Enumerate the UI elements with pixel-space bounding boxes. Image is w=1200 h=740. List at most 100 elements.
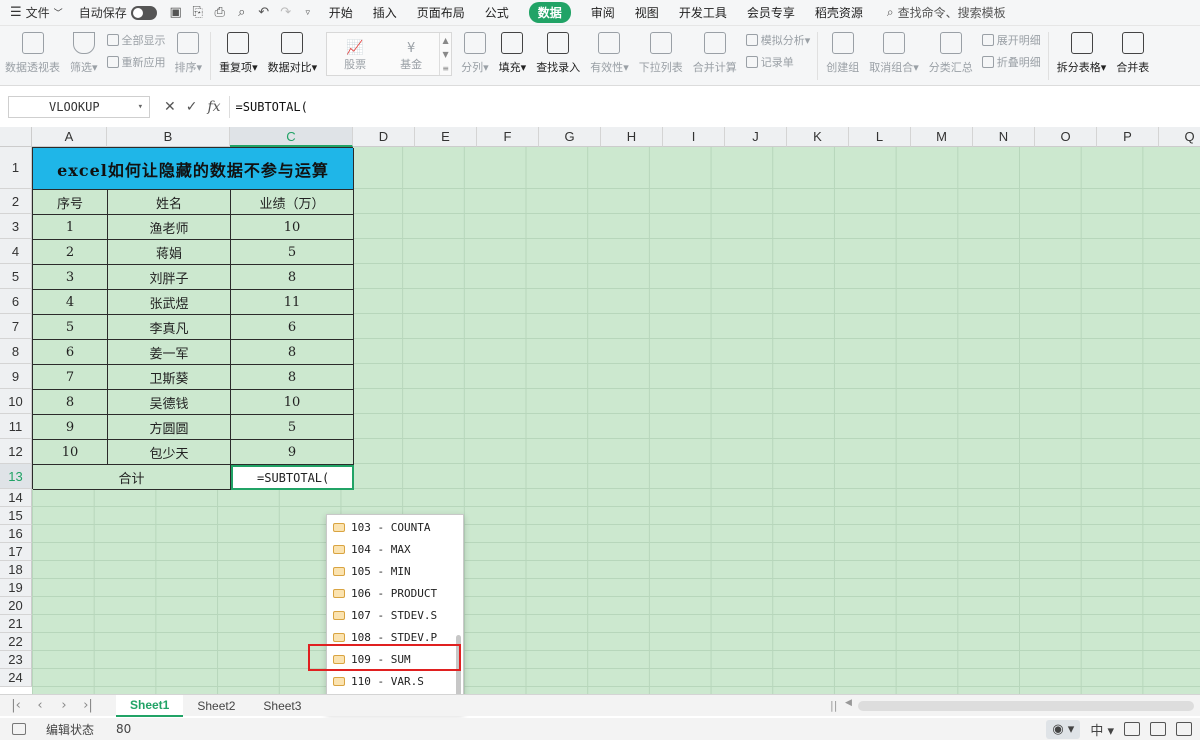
file-menu[interactable]: ☰ 文件 ﹀ [0, 0, 71, 26]
table-cell[interactable]: 10 [33, 440, 108, 465]
total-label-cell[interactable]: 合计 [33, 465, 231, 490]
function-autocomplete-list[interactable]: 103 - COUNTA 104 - MAX 105 - MIN 106 - PROD… [326, 514, 464, 714]
tab-page-layout[interactable]: 页面布局 [407, 0, 475, 26]
prev-sheet-icon[interactable]: ‹ [28, 698, 52, 713]
table-header-cell[interactable]: 业绩（万） [231, 190, 354, 215]
dropdown-list-button[interactable]: 下拉列表 [634, 26, 688, 85]
gallery-scroll[interactable]: ▲ ▼ ≡ [439, 33, 451, 75]
next-sheet-icon[interactable]: › [52, 698, 76, 713]
row-header-16[interactable]: 16 [0, 525, 32, 543]
table-cell[interactable]: 李真凡 [108, 315, 231, 340]
pivot-table-button[interactable]: 数据透视表 [0, 26, 65, 85]
row-header-6[interactable]: 6 [0, 289, 32, 314]
consolidate-button[interactable]: 合并计算 [688, 26, 742, 85]
collapse-detail-button[interactable]: 折叠明细 [981, 54, 1041, 70]
validity-button[interactable]: 有效性▾ [585, 26, 634, 85]
column-header-k[interactable]: K [787, 127, 849, 147]
fund-button[interactable]: ¥ 基金 [383, 33, 439, 75]
row-header-10[interactable]: 10 [0, 389, 32, 414]
command-search[interactable]: ⌕ 查找命令、搜索模板 [887, 4, 1006, 21]
page-layout-view-icon[interactable] [1150, 722, 1166, 736]
tab-member[interactable]: 会员专享 [737, 0, 805, 26]
tab-docer[interactable]: 稻壳资源 [805, 0, 873, 26]
row-header-9[interactable]: 9 [0, 364, 32, 389]
stock-button[interactable]: 📈 股票 [327, 33, 383, 75]
save-icon[interactable]: ▣ [165, 0, 187, 26]
lookup-entry-button[interactable]: 查找录入 [531, 26, 585, 85]
column-header-c[interactable]: C [230, 127, 353, 147]
customize-quick-access-icon[interactable]: ▿ [297, 0, 319, 26]
table-cell[interactable]: 刘胖子 [108, 265, 231, 290]
tab-insert[interactable]: 插入 [363, 0, 407, 26]
row-header-7[interactable]: 7 [0, 314, 32, 339]
row-header-24[interactable]: 24 [0, 669, 32, 687]
table-cell[interactable]: 渔老师 [108, 215, 231, 240]
duplicates-button[interactable]: 重复项▾ [214, 26, 263, 85]
row-header-1[interactable]: 1 [0, 147, 32, 189]
fill-button[interactable]: 填充▾ [494, 26, 532, 85]
row-header-23[interactable]: 23 [0, 651, 32, 669]
table-cell[interactable]: 10 [231, 215, 354, 240]
tab-view[interactable]: 视图 [625, 0, 669, 26]
table-cell[interactable]: 6 [231, 315, 354, 340]
table-cell[interactable]: 3 [33, 265, 108, 290]
tab-review[interactable]: 审阅 [581, 0, 625, 26]
scroll-left-icon[interactable]: ◀ [845, 698, 852, 708]
column-header-g[interactable]: G [539, 127, 601, 147]
column-header-f[interactable]: F [477, 127, 539, 147]
table-cell[interactable]: 7 [33, 365, 108, 390]
redo-icon[interactable]: ↷ [275, 0, 297, 26]
table-cell[interactable]: 蒋娟 [108, 240, 231, 265]
table-cell[interactable]: 10 [231, 390, 354, 415]
table-cell[interactable]: 5 [231, 240, 354, 265]
row-header-14[interactable]: 14 [0, 489, 32, 507]
autocomplete-option[interactable]: 106 - PRODUCT [327, 582, 453, 604]
column-header-a[interactable]: A [32, 127, 107, 147]
last-sheet-icon[interactable]: ›| [76, 698, 100, 713]
autocomplete-option[interactable]: 110 - VAR.S [327, 670, 453, 692]
data-compare-button[interactable]: 数据对比▾ [263, 26, 323, 85]
sheet-tab-sheet1[interactable]: Sheet1 [116, 694, 184, 717]
column-header-l[interactable]: L [849, 127, 911, 147]
row-header-18[interactable]: 18 [0, 561, 32, 579]
page-break-view-icon[interactable] [1176, 722, 1192, 736]
table-cell[interactable]: 姜一军 [108, 340, 231, 365]
row-header-12[interactable]: 12 [0, 439, 32, 464]
autocomplete-option[interactable]: 107 - STDEV.S [327, 604, 453, 626]
subtotal-button[interactable]: 分类汇总 [924, 26, 978, 85]
column-header-p[interactable]: P [1097, 127, 1159, 147]
export-pdf-icon[interactable]: ⎘ [187, 0, 209, 26]
row-header-3[interactable]: 3 [0, 214, 32, 239]
confirm-icon[interactable]: ✓ [186, 99, 198, 115]
row-header-21[interactable]: 21 [0, 615, 32, 633]
column-header-q[interactable]: Q [1159, 127, 1200, 147]
table-cell[interactable]: 8 [231, 365, 354, 390]
macro-record-icon[interactable] [12, 723, 26, 735]
column-header-b[interactable]: B [107, 127, 230, 147]
autosave-toggle[interactable] [130, 5, 157, 20]
first-sheet-icon[interactable]: |‹ [4, 698, 28, 713]
horizontal-scrollbar[interactable] [858, 701, 1194, 711]
tab-developer[interactable]: 开发工具 [669, 0, 737, 26]
sort-button[interactable]: 排序▾ [170, 26, 208, 85]
table-cell[interactable]: 方圆圆 [108, 415, 231, 440]
row-header-15[interactable]: 15 [0, 507, 32, 525]
table-cell[interactable]: 11 [231, 290, 354, 315]
print-preview-icon[interactable]: ⌕ [231, 0, 253, 26]
table-cell[interactable]: 5 [33, 315, 108, 340]
column-header-d[interactable]: D [353, 127, 415, 147]
undo-icon[interactable]: ↶ [253, 0, 275, 26]
table-cell[interactable]: 9 [33, 415, 108, 440]
column-header-n[interactable]: N [973, 127, 1035, 147]
autocomplete-option[interactable]: 103 - COUNTA [327, 516, 453, 538]
sheet-tab-sheet2[interactable]: Sheet2 [183, 695, 249, 717]
table-cell[interactable]: 6 [33, 340, 108, 365]
table-cell[interactable]: 卫斯葵 [108, 365, 231, 390]
row-header-13[interactable]: 13 [0, 464, 32, 489]
table-cell[interactable]: 4 [33, 290, 108, 315]
table-cell[interactable]: 8 [231, 265, 354, 290]
table-cell[interactable]: 1 [33, 215, 108, 240]
select-all-corner[interactable] [0, 127, 32, 147]
record-form-button[interactable]: 记录单 [745, 54, 811, 70]
create-group-button[interactable]: 创建组 [821, 26, 864, 85]
